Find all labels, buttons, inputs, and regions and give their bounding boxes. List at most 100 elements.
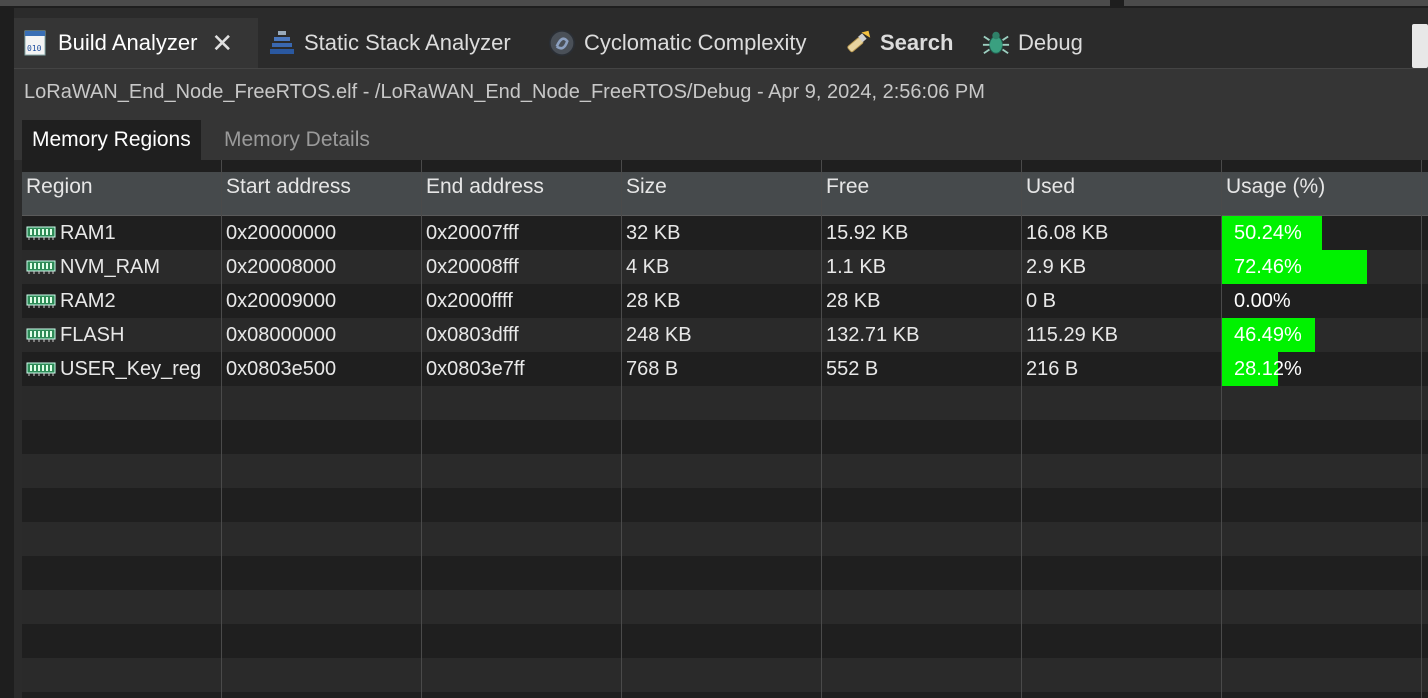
column-header-region[interactable]: Region <box>22 172 222 216</box>
used-cell: 216 B <box>1026 358 1079 380</box>
region-cell: FLASH <box>22 318 220 352</box>
tab-debug[interactable]: Debug <box>982 18 1083 68</box>
top-strip <box>0 0 1428 8</box>
table-row[interactable]: NVM_RAM 0x20008000 0x20008fff 4 KB 1.1 K… <box>22 250 1428 284</box>
tab-label: Static Stack Analyzer <box>304 30 511 55</box>
column-header-used[interactable]: Used <box>1022 172 1222 216</box>
empty-row <box>22 590 1428 624</box>
used-cell: 2.9 KB <box>1026 256 1087 278</box>
memory-regions-table: Region Start address End address Size Fr… <box>22 160 1428 698</box>
column-divider <box>621 160 622 698</box>
side-panel-edge <box>1124 0 1428 6</box>
table-row[interactable]: FLASH 0x08000000 0x0803dfff 248 KB 132.7… <box>22 318 1428 352</box>
free-cell: 132.71 KB <box>826 324 920 346</box>
column-header-end-address[interactable]: End address <box>422 172 622 216</box>
memory-chip-icon <box>26 226 56 240</box>
usage-cell: 50.24% <box>1222 216 1422 250</box>
table-row[interactable]: RAM2 0x20009000 0x2000ffff 28 KB 28 KB 0… <box>22 284 1428 318</box>
table-row[interactable]: USER_Key_reg 0x0803e500 0x0803e7ff 768 B… <box>22 352 1428 386</box>
memory-chip-icon <box>26 294 56 308</box>
usage-value: 0.00% <box>1234 290 1291 312</box>
empty-row <box>22 522 1428 556</box>
column-divider <box>421 160 422 698</box>
empty-row <box>22 420 1428 454</box>
complexity-icon <box>548 29 576 57</box>
free-cell: 28 KB <box>826 290 881 312</box>
region-name: USER_Key_reg <box>60 358 202 380</box>
empty-row <box>22 488 1428 522</box>
region-name: RAM2 <box>60 290 116 312</box>
usage-cell: 72.46% <box>1222 250 1422 284</box>
size-cell: 768 B <box>626 358 679 380</box>
end-address-cell: 0x0803e7ff <box>426 358 525 380</box>
tab-search[interactable]: Search <box>844 18 953 68</box>
tab-label: Cyclomatic Complexity <box>584 30 807 55</box>
size-cell: 32 KB <box>626 222 681 244</box>
empty-row <box>22 454 1428 488</box>
tab-label: Debug <box>1018 30 1083 55</box>
column-divider <box>1421 160 1422 698</box>
start-address-cell: 0x0803e500 <box>226 358 337 380</box>
column-header-start-address[interactable]: Start address <box>222 172 422 216</box>
view-tab-bar: 010 Build Analyzer ✕ Static Stack Analyz… <box>14 18 1428 68</box>
table-header: Region Start address End address Size Fr… <box>22 172 1428 216</box>
used-cell: 0 B <box>1026 290 1057 312</box>
empty-row <box>22 658 1428 692</box>
size-cell: 4 KB <box>626 256 670 278</box>
build-analyzer-icon: 010 <box>22 29 50 57</box>
usage-value: 28.12% <box>1234 358 1302 380</box>
used-cell: 16.08 KB <box>1026 222 1109 244</box>
tab-build-analyzer[interactable]: 010 Build Analyzer ✕ <box>14 18 258 68</box>
end-address-cell: 0x20007fff <box>426 222 519 244</box>
region-name: NVM_RAM <box>60 256 161 278</box>
column-divider <box>821 160 822 698</box>
search-flashlight-icon <box>844 29 872 57</box>
size-cell: 248 KB <box>626 324 692 346</box>
usage-value: 72.46% <box>1234 256 1302 278</box>
table-body: RAM1 0x20000000 0x20007fff 32 KB 15.92 K… <box>22 216 1428 698</box>
region-name: RAM1 <box>60 222 116 244</box>
region-name: FLASH <box>60 324 125 346</box>
usage-cell: 46.49% <box>1222 318 1422 352</box>
start-address-cell: 0x20009000 <box>226 290 337 312</box>
size-cell: 28 KB <box>626 290 681 312</box>
svg-text:010: 010 <box>27 44 42 53</box>
tab-label: Search <box>880 30 954 55</box>
free-cell: 552 B <box>826 358 879 380</box>
tab-memory-details[interactable]: Memory Details <box>214 120 380 160</box>
tab-memory-regions[interactable]: Memory Regions <box>22 120 201 160</box>
empty-row <box>22 386 1428 420</box>
tab-static-stack-analyzer[interactable]: Static Stack Analyzer <box>268 18 511 68</box>
build-info-header: LoRaWAN_End_Node_FreeRTOS.elf - /LoRaWAN… <box>14 68 1428 114</box>
start-address-cell: 0x20000000 <box>226 222 337 244</box>
memory-chip-icon <box>26 328 56 342</box>
free-cell: 15.92 KB <box>826 222 909 244</box>
usage-cell: 0.00% <box>1222 284 1422 318</box>
build-info-title: LoRaWAN_End_Node_FreeRTOS.elf - /LoRaWAN… <box>24 81 985 103</box>
maximize-button[interactable] <box>1412 24 1428 68</box>
region-cell: USER_Key_reg <box>22 352 220 386</box>
debug-bug-icon <box>982 29 1010 57</box>
editor-area-edge <box>0 0 1110 6</box>
close-icon[interactable]: ✕ <box>211 30 233 56</box>
free-cell: 1.1 KB <box>826 256 887 278</box>
column-divider <box>1021 160 1022 698</box>
end-address-cell: 0x20008fff <box>426 256 519 278</box>
region-cell: RAM2 <box>22 284 220 318</box>
region-cell: NVM_RAM <box>22 250 220 284</box>
end-address-cell: 0x2000ffff <box>426 290 513 312</box>
usage-value: 50.24% <box>1234 222 1302 244</box>
analyzer-subtabs: Memory Regions Memory Details <box>14 114 1428 160</box>
end-address-cell: 0x0803dfff <box>426 324 519 346</box>
memory-chip-icon <box>26 362 56 376</box>
column-divider <box>221 160 222 698</box>
memory-chip-icon <box>26 260 56 274</box>
tab-cyclomatic-complexity[interactable]: Cyclomatic Complexity <box>548 18 807 68</box>
column-header-free[interactable]: Free <box>822 172 1022 216</box>
empty-row <box>22 624 1428 658</box>
column-header-size[interactable]: Size <box>622 172 822 216</box>
table-row[interactable]: RAM1 0x20000000 0x20007fff 32 KB 15.92 K… <box>22 216 1428 250</box>
column-header-usage[interactable]: Usage (%) <box>1222 172 1422 216</box>
start-address-cell: 0x20008000 <box>226 256 337 278</box>
stack-icon <box>268 29 296 57</box>
